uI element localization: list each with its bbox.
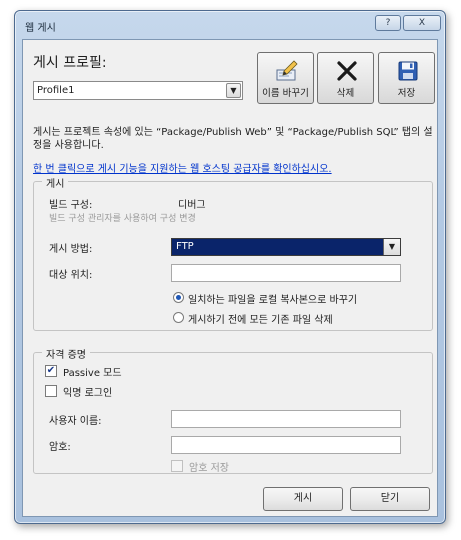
dialog-body: 게시 프로필: Profile1 ▼ 이름 바꾸기 삭제 저장 게시는 프로젝트… [22,39,438,517]
description-text: 게시는 프로젝트 속성에 있는 “Package/Publish Web” 및 … [33,127,433,151]
delete-existing-label[interactable]: 게시하기 전에 모든 기존 파일 삭제 [188,311,333,326]
publish-method-value: FTP [176,241,194,252]
profile-select[interactable]: Profile1 ▼ [33,81,243,100]
passive-mode-checkbox[interactable]: ✔ [45,365,57,377]
anonymous-login-label[interactable]: 익명 로그인 [63,384,112,399]
username-value [172,411,175,422]
password-label: 암호: [49,442,71,453]
replace-files-radio[interactable] [173,292,184,303]
save-label: 저장 [397,88,416,99]
delete-x-icon [337,61,357,81]
publish-method-select[interactable]: FTP ▼ [171,238,401,256]
publish-button[interactable]: 게시 [263,487,343,511]
chevron-down-icon[interactable]: ▼ [226,83,241,98]
username-input[interactable] [171,410,401,428]
target-location-value [172,265,175,276]
password-value [172,437,175,448]
password-input[interactable] [171,436,401,454]
save-profile-button[interactable]: 저장 [378,52,435,104]
publish-group: 게시 [33,175,433,331]
passive-mode-label[interactable]: Passive 모드 [63,364,122,379]
publish-group-legend: 게시 [42,175,69,190]
chevron-down-icon[interactable]: ▼ [383,239,400,255]
delete-existing-radio[interactable] [173,312,184,323]
window-title: 웹 게시 [25,23,56,34]
delete-label: 삭제 [336,88,355,99]
title-bar[interactable]: 웹 게시 ? X [15,11,445,39]
target-location-input[interactable] [171,264,401,282]
rename-profile-button[interactable]: 이름 바꾸기 [257,52,314,104]
profile-heading: 게시 프로필: [33,55,107,71]
rename-icon [276,60,298,81]
hosting-providers-link[interactable]: 한 번 클릭으로 게시 기능을 지원하는 웹 호스팅 공급자를 확인하십시오. [33,160,332,175]
help-button[interactable]: ? [375,15,401,31]
delete-profile-button[interactable]: 삭제 [317,52,374,104]
build-config-label: 빌드 구성: [49,200,93,211]
publish-method-label: 게시 방법: [49,244,93,255]
replace-files-label[interactable]: 일치하는 파일을 로컬 복사본으로 바꾸기 [188,291,357,306]
save-password-label: 암호 저장 [189,463,229,474]
save-password-checkbox[interactable] [171,460,183,472]
close-button[interactable]: 닫기 [350,487,430,511]
build-config-hint: 빌드 구성 관리자를 사용하여 구성 변경 [49,214,196,224]
anonymous-login-checkbox[interactable] [45,385,57,397]
credentials-group-legend: 자격 증명 [42,346,90,361]
floppy-disk-icon [398,61,418,81]
build-config-value: 디버그 [178,200,206,211]
target-location-label: 대상 위치: [49,270,93,281]
publish-web-dialog: 웹 게시 ? X 게시 프로필: Profile1 ▼ 이름 바꾸기 삭제 저장… [14,10,446,524]
rename-label: 이름 바꾸기 [262,88,309,99]
close-window-button[interactable]: X [403,15,441,31]
username-label: 사용자 이름: [49,416,102,427]
profile-select-value: Profile1 [37,85,75,96]
